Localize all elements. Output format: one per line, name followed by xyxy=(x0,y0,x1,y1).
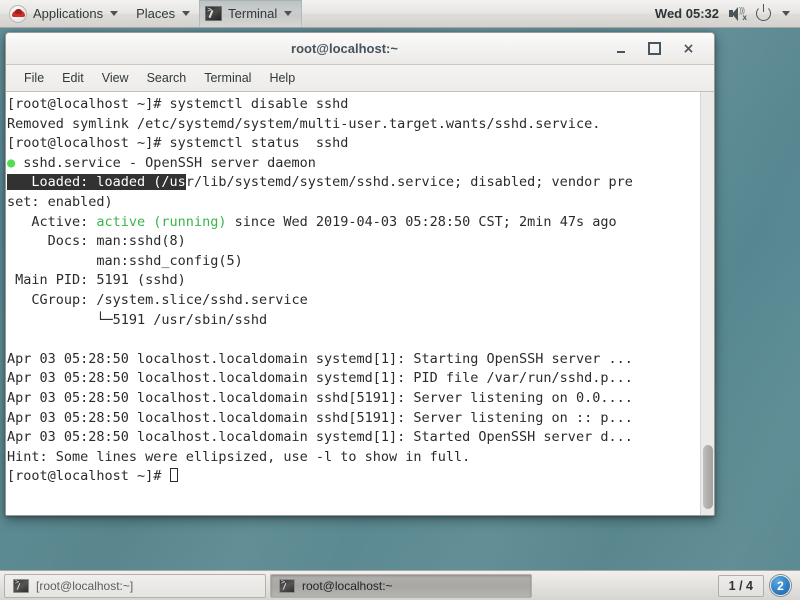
bottom-panel-right: 1 / 4 2 xyxy=(717,574,796,597)
menu-file[interactable]: File xyxy=(15,68,53,88)
close-button[interactable]: × xyxy=(681,41,696,57)
terminal-line: [root@localhost ~]# systemctl disable ss… xyxy=(7,95,700,115)
terminal-line: Apr 03 05:28:50 localhost.localdomain sy… xyxy=(7,369,700,389)
window-title-bar[interactable]: root@localhost:~ × xyxy=(6,33,714,65)
terminal-text: Hint: Some lines were ellipsized, use -l… xyxy=(7,448,471,465)
maximize-button[interactable] xyxy=(647,41,662,56)
terminal-body: [root@localhost ~]# systemctl disable ss… xyxy=(6,92,714,515)
terminal-line: Active: active (running) since Wed 2019-… xyxy=(7,213,700,233)
active-status-text: active (running) xyxy=(96,213,227,230)
speaker-cone xyxy=(732,7,738,21)
top-panel: Applications Places Terminal Wed 05:32 )… xyxy=(0,0,800,28)
clock[interactable]: Wed 05:32 xyxy=(655,6,719,21)
places-menu-label: Places xyxy=(136,6,176,21)
terminal-cursor xyxy=(169,468,178,483)
power-icon[interactable] xyxy=(756,4,771,21)
terminal-text: [root@localhost ~]# systemctl status ssh… xyxy=(7,135,349,152)
terminal-text: Apr 03 05:28:50 localhost.localdomain ss… xyxy=(7,409,633,426)
notification-badge[interactable]: 2 xyxy=(770,575,791,596)
terminal-line: Apr 03 05:28:50 localhost.localdomain ss… xyxy=(7,409,700,429)
chevron-down-icon xyxy=(110,11,119,16)
terminal-line: ● sshd.service - OpenSSH server daemon xyxy=(7,154,700,174)
terminal-line: Main PID: 5191 (sshd) xyxy=(7,271,700,291)
terminal-icon xyxy=(13,578,29,593)
terminal-text: sshd.service - OpenSSH server daemon xyxy=(15,154,316,171)
applications-menu-label: Applications xyxy=(33,6,104,21)
terminal-window-menu-label: Terminal xyxy=(228,6,278,21)
terminal-line: [root@localhost ~]# xyxy=(7,467,700,487)
panel-status-area: Wed 05:32 ))) x xyxy=(655,4,800,22)
terminal-text: └─5191 /usr/sbin/sshd xyxy=(7,311,268,328)
terminal-line: Apr 03 05:28:50 localhost.localdomain sy… xyxy=(7,428,700,448)
menu-help[interactable]: Help xyxy=(260,68,304,88)
menu-edit[interactable]: Edit xyxy=(53,68,93,88)
redhat-logo-icon xyxy=(9,4,27,23)
mute-mark: x xyxy=(742,13,747,22)
chevron-down-icon[interactable] xyxy=(782,11,790,16)
terminal-text: r/lib/systemd/system/sshd.service; disab… xyxy=(185,174,633,191)
menu-view[interactable]: View xyxy=(93,68,138,88)
terminal-text: set: enabled) xyxy=(7,193,113,210)
places-menu[interactable]: Places xyxy=(127,0,199,28)
terminal-window-menu[interactable]: Terminal xyxy=(199,0,303,28)
terminal-window: root@localhost:~ × File Edit View Search… xyxy=(5,32,715,516)
chevron-down-icon xyxy=(182,11,191,16)
terminal-line: Loaded: loaded (/usr/lib/systemd/system/… xyxy=(7,173,700,193)
terminal-line: set: enabled) xyxy=(7,193,700,213)
workspace-switcher[interactable]: 1 / 4 xyxy=(717,574,764,597)
terminal-line: Apr 03 05:28:50 localhost.localdomain ss… xyxy=(7,389,700,409)
terminal-text: Apr 03 05:28:50 localhost.localdomain sy… xyxy=(7,429,633,446)
terminal-output[interactable]: [root@localhost ~]# systemctl disable ss… xyxy=(6,92,700,515)
menu-search[interactable]: Search xyxy=(138,68,196,88)
terminal-line: [root@localhost ~]# systemctl status ssh… xyxy=(7,134,700,154)
chevron-down-icon xyxy=(284,11,293,16)
terminal-text: Apr 03 05:28:50 localhost.localdomain sy… xyxy=(7,370,633,387)
menu-bar: File Edit View Search Terminal Help xyxy=(6,65,714,92)
terminal-text: Removed symlink /etc/systemd/system/mult… xyxy=(7,115,601,132)
window-title: root@localhost:~ xyxy=(291,41,398,56)
taskbar-item-label: [root@localhost:~] xyxy=(36,578,134,593)
terminal-scrollbar[interactable] xyxy=(700,92,714,515)
terminal-text: CGroup: /system.slice/sshd.service xyxy=(7,291,308,308)
taskbar-item-label: root@localhost:~ xyxy=(302,578,393,593)
taskbar-item-minimized[interactable]: [root@localhost:~] xyxy=(4,573,266,598)
window-controls: × xyxy=(613,41,714,57)
terminal-text: Main PID: 5191 (sshd) xyxy=(7,272,186,289)
terminal-text: Apr 03 05:28:50 localhost.localdomain sy… xyxy=(7,350,633,367)
taskbar-item-active[interactable]: root@localhost:~ xyxy=(270,573,532,598)
bottom-panel: [root@localhost:~] root@localhost:~ 1 / … xyxy=(0,570,800,600)
terminal-text: Apr 03 05:28:50 localhost.localdomain ss… xyxy=(7,389,633,406)
terminal-line: Removed symlink /etc/systemd/system/mult… xyxy=(7,115,700,135)
terminal-icon xyxy=(279,578,295,593)
menu-terminal[interactable]: Terminal xyxy=(195,68,260,88)
terminal-text: since Wed 2019-04-03 05:28:50 CST; 2min … xyxy=(226,213,617,230)
terminal-line: Hint: Some lines were ellipsized, use -l… xyxy=(7,448,700,468)
applications-menu[interactable]: Applications xyxy=(0,0,127,28)
minimize-button[interactable] xyxy=(613,41,628,56)
terminal-line: └─5191 /usr/sbin/sshd xyxy=(7,311,700,331)
terminal-text: Docs: man:sshd(8) xyxy=(7,233,186,250)
terminal-line: man:sshd_config(5) xyxy=(7,252,700,272)
terminal-text: [root@localhost ~]# systemctl disable ss… xyxy=(7,96,349,112)
terminal-text: man:sshd_config(5) xyxy=(7,252,243,269)
volume-muted-icon[interactable]: ))) x xyxy=(729,6,747,22)
scrollbar-thumb[interactable] xyxy=(703,445,713,509)
service-status-dot: ● xyxy=(7,154,16,171)
selected-text: Loaded: loaded (/us xyxy=(7,174,186,191)
terminal-line: CGroup: /system.slice/sshd.service xyxy=(7,291,700,311)
terminal-text: Active: xyxy=(7,213,97,230)
terminal-line: Apr 03 05:28:50 localhost.localdomain sy… xyxy=(7,350,700,370)
terminal-text: [root@localhost ~]# xyxy=(7,468,170,485)
terminal-line: Docs: man:sshd(8) xyxy=(7,232,700,252)
terminal-icon xyxy=(205,5,223,21)
